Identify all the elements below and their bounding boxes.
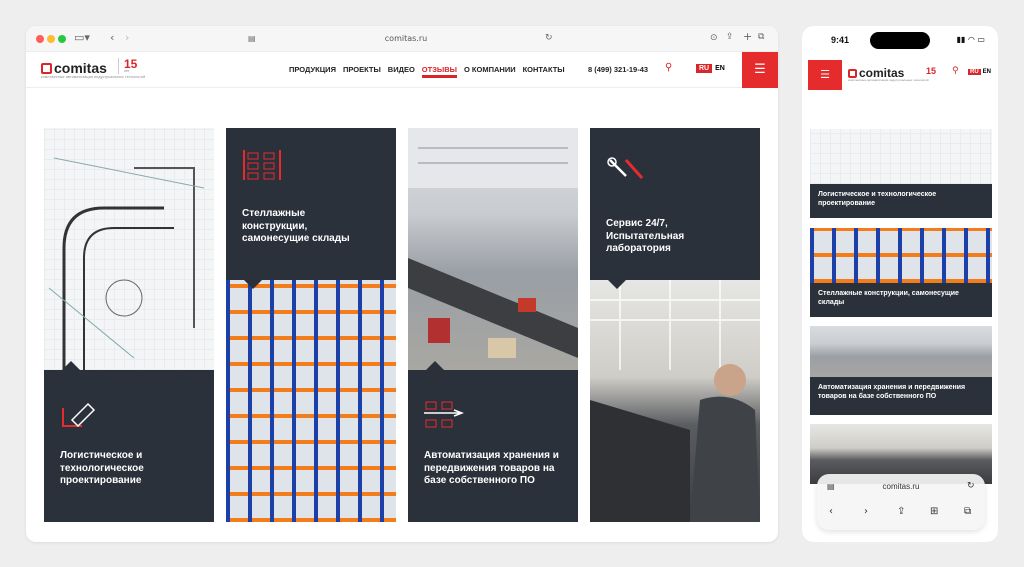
minimize-window-button[interactable] [47,35,55,43]
signal-wifi-battery-icon: ▮▮ ◠ ▭ [956,35,985,44]
racks-image [810,228,992,283]
site-logo[interactable]: comitas комплексные автоматизация индуст… [848,66,929,82]
mobile-site-header: ☰ comitas комплексные автоматизация инду… [808,60,998,90]
back-icon[interactable]: ‹ [110,31,114,44]
service-worker-image [590,280,760,522]
warehouse-image [810,326,992,377]
mobile-card-title: Автоматизация хранения и передвижения то… [810,377,992,415]
conveyor-boxes-icon [424,401,464,428]
new-tab-icon[interactable]: + [743,30,752,43]
service-card-title: Логистическое и технологическое проектир… [60,450,144,486]
service-card-title: Стеллажные конструкции, самонесущие скла… [242,208,350,244]
main-nav: ПРОДУКЦИЯ ПРОЕКТЫ ВИДЕО ОТЗЫВЫ О КОМПАНИ… [289,65,565,78]
lang-en-button[interactable]: EN [983,69,991,75]
site-logo[interactable]: comitas комплексные автоматизация индуст… [41,60,145,79]
tabs-overview-icon[interactable]: ⧉ [758,32,764,42]
search-icon[interactable]: ⚲ [952,66,959,76]
anniversary-badge: 15 лет [118,58,137,74]
language-switch: RU EN [696,64,725,73]
logo-mark-icon [41,62,52,74]
bookmarks-icon[interactable]: ⊞ [930,506,938,517]
mobile-device: 9:41 ▮▮ ◠ ▭ ☰ comitas комплексные автома… [802,26,998,542]
service-card-design[interactable]: Логистическое и технологическое проектир… [44,128,214,522]
reload-icon[interactable]: ↻ [967,481,975,491]
lang-ru-button[interactable]: RU [696,64,713,73]
search-icon[interactable]: ⚲ [665,62,672,73]
phone-link[interactable]: 8 (499) 321-19-43 [588,65,648,74]
download-icon[interactable]: ⊙ [710,33,718,43]
mobile-card-title: Логистическое и технологическое проектир… [810,184,992,218]
mobile-service-card[interactable]: Автоматизация хранения и передвижения то… [810,326,992,415]
mobile-service-card[interactable]: Стеллажные конструкции, самонесущие скла… [810,228,992,317]
service-card-automation[interactable]: Автоматизация хранения и передвижения то… [408,128,578,522]
mobile-address-bar[interactable]: comitas.ru [817,482,985,491]
mobile-browser-bar: ▤ comitas.ru ↻ ‹ › ⇪ ⊞ ⧉ [817,474,985,530]
close-window-button[interactable] [36,35,44,43]
language-switch: RU EN [968,69,991,75]
status-bar: 9:41 ▮▮ ◠ ▭ [802,26,998,54]
wrench-icon [607,157,644,179]
blueprint-image [810,129,992,184]
logo-text: comitas [54,60,107,76]
blueprint-image [44,128,214,370]
nav-item-video[interactable]: ВИДЕО [388,65,415,74]
sidebar-icon[interactable]: ▭▾ [74,31,90,44]
nav-item-projects[interactable]: ПРОЕКТЫ [343,65,381,74]
dynamic-island [870,32,930,49]
service-card-service[interactable]: Сервис 24/7, Испытательная лаборатория [590,128,760,522]
anniversary-badge: 15 [926,66,937,76]
warehouse-image [408,128,578,370]
menu-icon[interactable]: ☰ [808,60,842,90]
nav-item-about[interactable]: О КОМПАНИИ [464,65,516,74]
nav-item-products[interactable]: ПРОДУКЦИЯ [289,65,336,74]
tabs-overview-icon[interactable]: ⧉ [964,506,971,517]
back-icon[interactable]: ‹ [829,506,833,517]
browser-toolbar: ▭▾ ‹ › ▤ comitas.ru ↻ ⊙ ⇪ + ⧉ [26,26,778,52]
service-card-racks[interactable]: Стеллажные конструкции, самонесущие скла… [226,128,396,522]
racks-image [226,280,396,522]
design-pen-icon [62,402,96,428]
logo-mark-icon [848,68,857,78]
site-header: comitas комплексные автоматизация индуст… [26,52,778,88]
share-icon[interactable]: ⇪ [726,32,734,42]
share-icon[interactable]: ⇪ [897,506,905,517]
nav-item-contacts[interactable]: КОНТАКТЫ [523,65,565,74]
services-grid: Логистическое и технологическое проектир… [44,128,760,522]
mobile-card-title: Стеллажные конструкции, самонесущие скла… [810,283,992,317]
lang-en-button[interactable]: EN [715,65,725,72]
maximize-window-button[interactable] [58,35,66,43]
logo-tagline: комплексные автоматизация индустриальных… [41,75,146,79]
address-bar[interactable]: comitas.ru [246,30,566,48]
mobile-service-card[interactable]: Логистическое и технологическое проектир… [810,129,992,218]
forward-icon[interactable]: › [125,31,129,44]
status-time: 9:41 [831,35,850,45]
service-card-title: Сервис 24/7, Испытательная лаборатория [606,218,685,254]
menu-icon[interactable]: ☰ [742,52,778,88]
nav-item-reviews[interactable]: ОТЗЫВЫ [421,65,458,78]
lang-ru-button[interactable]: RU [968,69,981,75]
service-card-title: Автоматизация хранения и передвижения то… [424,450,559,486]
rack-icon [243,150,281,180]
forward-icon[interactable]: › [864,506,868,517]
logo-tagline: комплексные автоматизация индустриальных… [848,78,929,82]
reload-icon[interactable]: ↻ [545,33,553,43]
desktop-browser-window: ▭▾ ‹ › ▤ comitas.ru ↻ ⊙ ⇪ + ⧉ comitas ко… [26,26,778,542]
